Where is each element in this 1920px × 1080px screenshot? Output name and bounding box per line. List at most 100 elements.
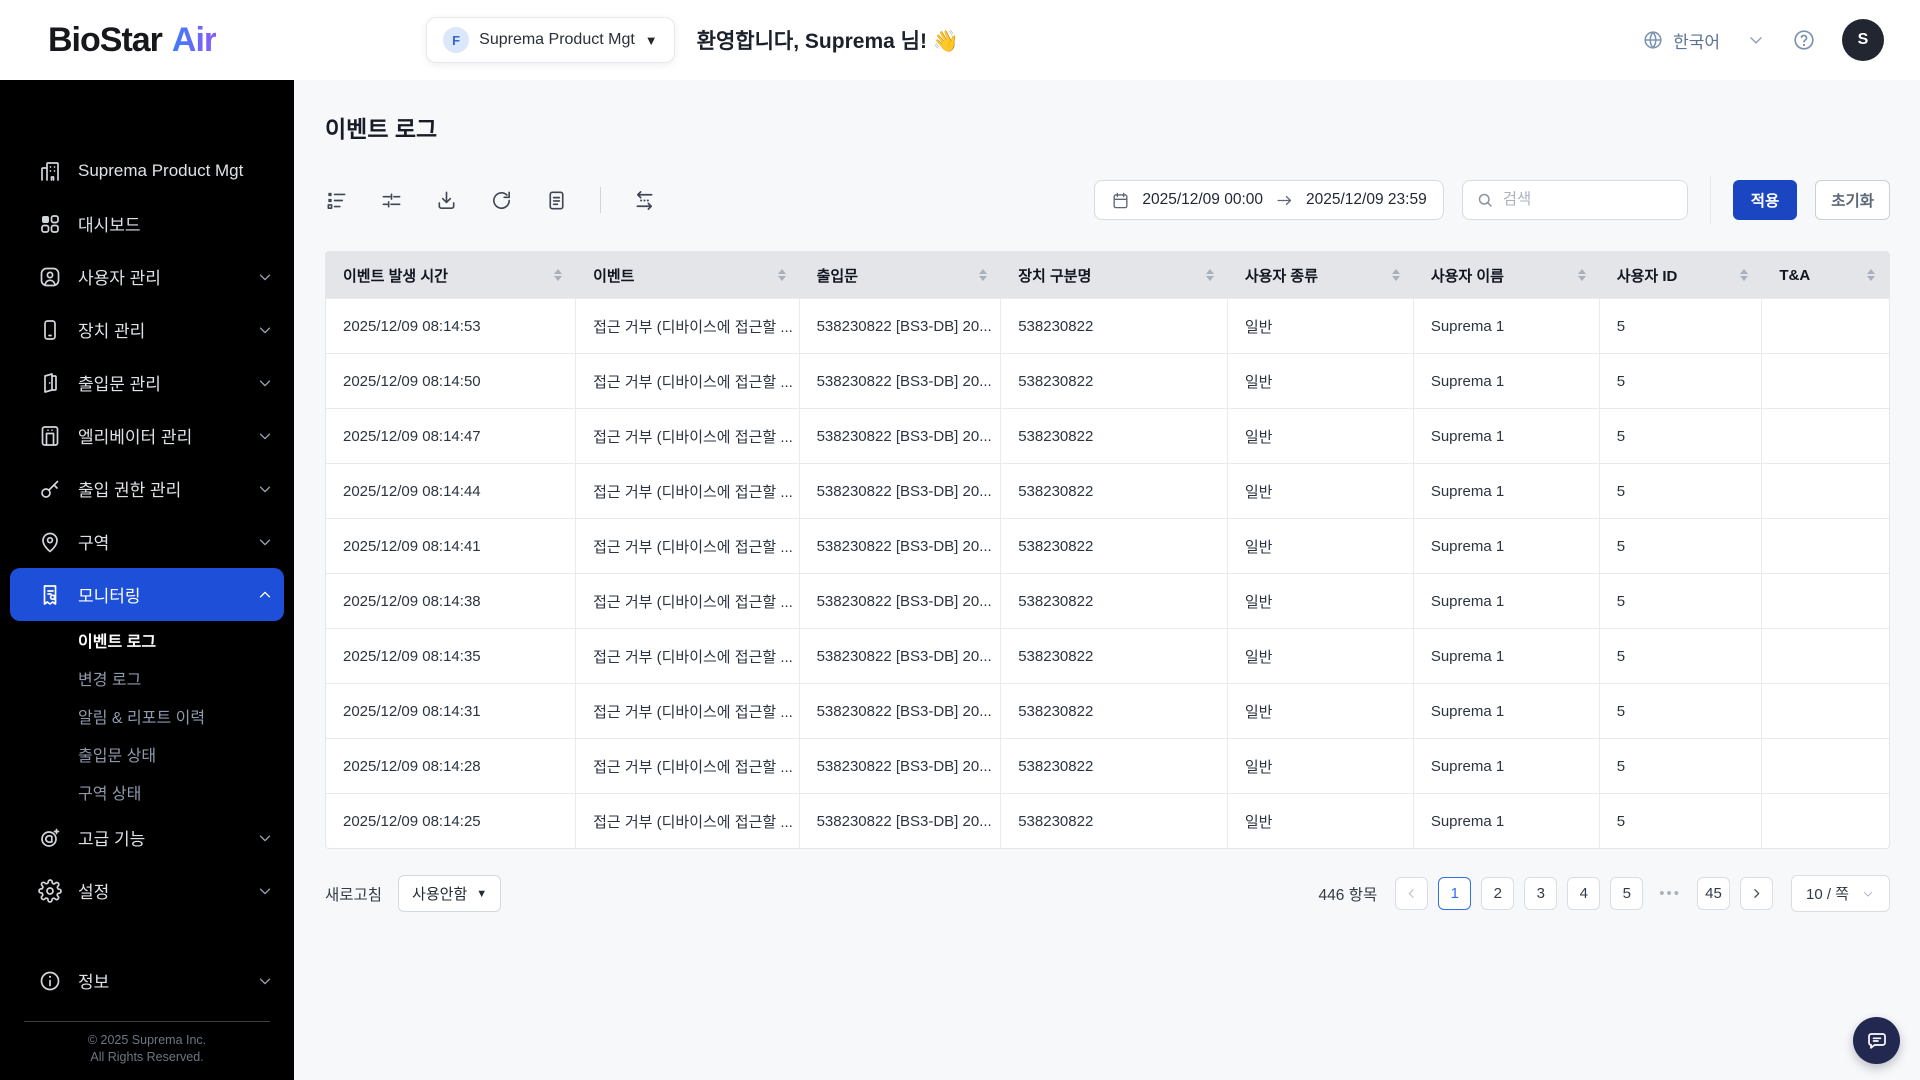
cell-door: 538230822 [BS3-DB] 20... <box>800 739 1002 793</box>
download-icon[interactable] <box>435 189 458 212</box>
cell-time: 2025/12/09 08:14:44 <box>326 464 577 518</box>
reset-button[interactable]: 초기화 <box>1815 180 1890 220</box>
date-range-picker[interactable]: 2025/12/09 00:00 2025/12/09 23:59 <box>1094 180 1444 220</box>
sidebar-item-10[interactable]: 설정 <box>0 864 294 917</box>
filters-divider <box>1709 176 1711 224</box>
filter-icon[interactable] <box>380 189 403 212</box>
column-header-user_type[interactable]: 사용자 종류 <box>1228 252 1414 298</box>
sidebar-item-3[interactable]: 장치 관리 <box>0 303 294 356</box>
cell-event: 접근 거부 (디바이스에 접근할 ... <box>576 739 800 793</box>
sidebar-item-1[interactable]: 대시보드 <box>0 197 294 250</box>
table-footer: 새로고침 사용안함 ▼ 446 항목 1 2 3 4 5 ••• 45 10 / 쪽 <box>325 875 1890 912</box>
page-button-1[interactable]: 1 <box>1438 877 1472 910</box>
cell-user_id: 5 <box>1600 574 1763 628</box>
table-row[interactable]: 2025/12/09 08:14:41 접근 거부 (디바이스에 접근할 ... 5… <box>326 518 1889 573</box>
arrow-right-icon <box>1275 191 1294 210</box>
column-header-label: 이벤트 발생 시간 <box>343 267 448 285</box>
page-button-45[interactable]: 45 <box>1697 877 1730 910</box>
column-header-event[interactable]: 이벤트 <box>576 252 800 298</box>
apply-button[interactable]: 적용 <box>1732 180 1798 220</box>
sidebar-item-8[interactable]: 모니터링 <box>10 568 284 621</box>
cell-user_name: Suprema 1 <box>1414 794 1600 848</box>
organization-selector[interactable]: F Suprema Product Mgt ▼ <box>426 17 675 63</box>
table-row[interactable]: 2025/12/09 08:14:31 접근 거부 (디바이스에 접근할 ... 5… <box>326 683 1889 738</box>
sidebar-item-2[interactable]: 사용자 관리 <box>0 250 294 303</box>
cell-door: 538230822 [BS3-DB] 20... <box>800 794 1002 848</box>
sidebar-item-6[interactable]: 출입 권한 관리 <box>0 462 294 515</box>
sidebar-item-9[interactable]: 고급 기능 <box>0 811 294 864</box>
column-header-device[interactable]: 장치 구분명 <box>1001 252 1228 298</box>
cell-event: 접근 거부 (디바이스에 접근할 ... <box>576 794 800 848</box>
page-button-5[interactable]: 5 <box>1610 877 1644 910</box>
table-row[interactable]: 2025/12/09 08:14:25 접근 거부 (디바이스에 접근할 ... 5… <box>326 793 1889 848</box>
sidebar-item-label: 출입문 관리 <box>78 375 161 394</box>
sidebar-item-label: Suprema Product Mgt <box>78 160 244 180</box>
refresh-icon[interactable] <box>490 189 513 212</box>
table-body: 2025/12/09 08:14:53 접근 거부 (디바이스에 접근할 ... 5… <box>326 298 1889 848</box>
sidebar-subitem-8-1[interactable]: 변경 로그 <box>0 659 294 697</box>
sidebar-item-label: 출입 권한 관리 <box>78 481 182 500</box>
user-avatar[interactable]: S <box>1842 19 1884 61</box>
table-row[interactable]: 2025/12/09 08:14:53 접근 거부 (디바이스에 접근할 ... 5… <box>326 298 1889 353</box>
cell-user_name: Suprema 1 <box>1414 354 1600 408</box>
table-row[interactable]: 2025/12/09 08:14:35 접근 거부 (디바이스에 접근할 ... 5… <box>326 628 1889 683</box>
sidebar-subitem-8-0[interactable]: 이벤트 로그 <box>0 621 294 659</box>
prev-page-button[interactable] <box>1395 877 1429 910</box>
column-header-time[interactable]: 이벤트 발생 시간 <box>326 252 576 298</box>
language-chevron-down-icon[interactable] <box>1746 30 1766 50</box>
cell-event: 접근 거부 (디바이스에 접근할 ... <box>576 574 800 628</box>
column-header-door[interactable]: 출입문 <box>800 252 1002 298</box>
page-button-3[interactable]: 3 <box>1524 877 1558 910</box>
search-input[interactable] <box>1502 191 1674 209</box>
cell-tna <box>1762 629 1889 683</box>
chevron-down-icon <box>256 829 274 847</box>
cell-user_type: 일반 <box>1228 354 1414 408</box>
cell-user_id: 5 <box>1600 464 1763 518</box>
sidebar-item-label: 엘리베이터 관리 <box>78 428 193 447</box>
date-from[interactable]: 2025/12/09 00:00 <box>1142 191 1263 209</box>
column-header-user_name[interactable]: 사용자 이름 <box>1414 252 1600 298</box>
report-icon[interactable] <box>545 189 568 212</box>
sidebar-item-label: 장치 관리 <box>78 322 146 341</box>
cell-time: 2025/12/09 08:14:31 <box>326 684 577 738</box>
sidebar-subitem-8-2[interactable]: 알림 & 리포트 이력 <box>0 697 294 735</box>
sidebar-item-info[interactable]: 정보 <box>0 954 294 1007</box>
help-icon[interactable] <box>1792 28 1816 52</box>
sidebar-item-4[interactable]: 출입문 관리 <box>0 356 294 409</box>
event-flow-icon[interactable] <box>633 189 656 212</box>
table-row[interactable]: 2025/12/09 08:14:47 접근 거부 (디바이스에 접근할 ... 5… <box>326 408 1889 463</box>
sidebar-subitem-8-4[interactable]: 구역 상태 <box>0 773 294 811</box>
language-selector[interactable]: 한국어 <box>1642 28 1720 53</box>
chevron-down-icon <box>256 268 274 286</box>
table-row[interactable]: 2025/12/09 08:14:28 접근 거부 (디바이스에 접근할 ... 5… <box>326 738 1889 793</box>
sidebar-item-7[interactable]: 구역 <box>0 515 294 568</box>
next-page-button[interactable] <box>1740 877 1773 910</box>
table-row[interactable]: 2025/12/09 08:14:50 접근 거부 (디바이스에 접근할 ... 5… <box>326 353 1889 408</box>
chat-bubble-icon <box>1865 1029 1889 1053</box>
chat-support-button[interactable] <box>1853 1017 1900 1064</box>
cell-user_id: 5 <box>1600 794 1763 848</box>
column-settings-icon[interactable] <box>325 189 348 212</box>
sidebar-subitem-8-3[interactable]: 출입문 상태 <box>0 735 294 773</box>
language-label: 한국어 <box>1673 32 1720 52</box>
sidebar-item-5[interactable]: 엘리베이터 관리 <box>0 409 294 462</box>
table-row[interactable]: 2025/12/09 08:14:38 접근 거부 (디바이스에 접근할 ... 5… <box>326 573 1889 628</box>
cell-user_id: 5 <box>1600 354 1763 408</box>
cell-user_id: 5 <box>1600 519 1763 573</box>
page-size-select[interactable]: 10 / 쪽 <box>1791 875 1890 912</box>
cell-user_id: 5 <box>1600 629 1763 683</box>
main-content: 이벤트 로그 2025/12/09 00:00 2025/12/09 23:59 <box>294 80 1920 1080</box>
sidebar-item-0[interactable]: Suprema Product Mgt <box>0 144 294 197</box>
column-header-user_id[interactable]: 사용자 ID <box>1600 252 1763 298</box>
auto-refresh-select[interactable]: 사용안함 ▼ <box>398 875 502 912</box>
page-button-2[interactable]: 2 <box>1481 877 1515 910</box>
page-size-value: 10 / 쪽 <box>1806 886 1849 903</box>
cell-event: 접근 거부 (디바이스에 접근할 ... <box>576 409 800 463</box>
table-row[interactable]: 2025/12/09 08:14:44 접근 거부 (디바이스에 접근할 ... 5… <box>326 463 1889 518</box>
auto-refresh-label: 새로고침 <box>325 886 383 904</box>
cell-user_name: Suprema 1 <box>1414 409 1600 463</box>
date-to[interactable]: 2025/12/09 23:59 <box>1306 191 1427 209</box>
info-icon <box>38 969 62 993</box>
page-button-4[interactable]: 4 <box>1567 877 1601 910</box>
column-header-tna[interactable]: T&A <box>1762 252 1889 298</box>
